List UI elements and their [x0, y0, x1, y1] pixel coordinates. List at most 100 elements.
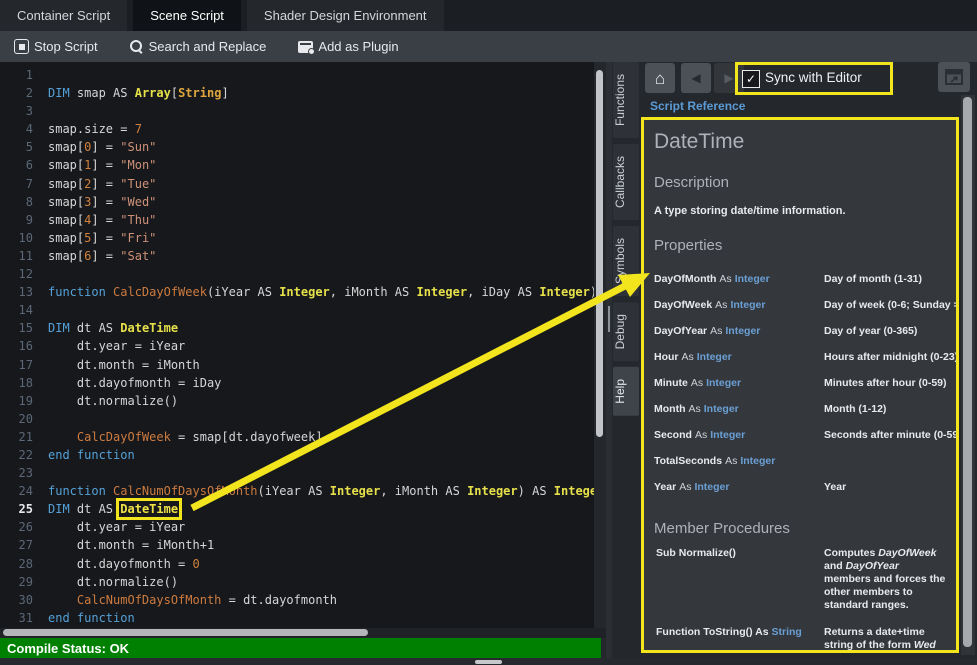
type-link[interactable]: String: [771, 626, 801, 638]
line-number: 31: [0, 609, 40, 627]
code-line[interactable]: dt.year = iYear: [48, 337, 592, 355]
code-line[interactable]: smap[0] = "Sun": [48, 138, 592, 156]
code-line[interactable]: [48, 410, 592, 428]
code-line[interactable]: [48, 464, 592, 482]
code-line[interactable]: [48, 66, 592, 84]
side-tab-help[interactable]: Help: [613, 367, 639, 416]
code-line[interactable]: [48, 102, 592, 120]
code-line[interactable]: smap[3] = "Wed": [48, 193, 592, 211]
code-lines[interactable]: DIM smap AS Array[String]smap.size = 7sm…: [48, 66, 592, 627]
home-icon: ⌂: [655, 70, 665, 87]
script-reference-link[interactable]: Script Reference: [650, 99, 745, 113]
code-line[interactable]: smap[2] = "Tue": [48, 175, 592, 193]
panel-scrollbar[interactable]: [961, 95, 975, 655]
code-editor[interactable]: 1234567891011121314151617181920212223242…: [0, 62, 606, 628]
checkmark-icon: ✓: [746, 72, 756, 86]
editor-horizontal-scrollbar-thumb[interactable]: [3, 629, 368, 636]
side-tab-strip: Functions Callbacks Symbols Debug Help: [612, 62, 640, 422]
code-line[interactable]: [48, 265, 592, 283]
side-tab-debug[interactable]: Debug: [613, 302, 639, 361]
document-tab-bar: Container Script Scene Script Shader Des…: [0, 0, 977, 31]
code-line[interactable]: CalcNumOfDaysOfMonth = dt.dayofmonth: [48, 591, 592, 609]
line-number: 21: [0, 428, 40, 446]
tab-shader-design-environment[interactable]: Shader Design Environment: [247, 0, 444, 31]
property-signature: YearAsInteger: [654, 474, 824, 500]
type-link[interactable]: Integer: [697, 351, 732, 363]
sync-with-editor-checkbox[interactable]: ✓: [742, 70, 760, 88]
line-number: 24: [0, 482, 40, 500]
code-line[interactable]: function CalcDayOfWeek(iYear AS Integer,…: [48, 283, 592, 301]
reference-panel: FunctionsCallbacksSymbolsDebugHelp ⌂ ◀ ▶…: [612, 62, 977, 658]
sync-with-editor-label: Sync with Editor: [765, 70, 862, 85]
script-toolbar: Stop Script Search and Replace Add as Pl…: [0, 31, 977, 62]
stop-script-button[interactable]: Stop Script: [10, 37, 102, 56]
editor-vertical-scrollbar-thumb[interactable]: [596, 70, 603, 437]
code-line[interactable]: dt.month = iMonth: [48, 356, 592, 374]
code-line[interactable]: function CalcNumOfDaysOfMonth(iYear AS I…: [48, 482, 592, 500]
code-line[interactable]: DIM dt AS DateTime: [48, 319, 592, 337]
code-line[interactable]: CalcDayOfWeek = smap[dt.dayofweek]: [48, 428, 592, 446]
line-number: 6: [0, 156, 40, 174]
editor-vertical-scrollbar[interactable]: [594, 62, 606, 628]
panel-scrollbar-thumb[interactable]: [963, 97, 972, 647]
description-heading: Description: [654, 174, 946, 191]
code-line[interactable]: DIM smap AS Array[String]: [48, 84, 592, 102]
property-signature: DayOfMonthAsInteger: [654, 266, 824, 292]
add-as-plugin-button[interactable]: Add as Plugin: [294, 37, 402, 56]
line-number: 4: [0, 120, 40, 138]
tab-scene-script[interactable]: Scene Script: [133, 0, 241, 31]
code-line[interactable]: dt.normalize(): [48, 392, 592, 410]
properties-heading: Properties: [654, 237, 946, 254]
type-link[interactable]: Integer: [706, 377, 741, 389]
line-number: 12: [0, 265, 40, 283]
code-line[interactable]: dt.normalize(): [48, 573, 592, 591]
member-procedures-heading: Member Procedures: [654, 520, 946, 537]
code-line[interactable]: dt.dayofmonth = iDay: [48, 374, 592, 392]
property-signature: TotalSecondsAsInteger: [654, 448, 824, 474]
property-signature: MonthAsInteger: [654, 396, 824, 422]
code-line[interactable]: DIM dt AS DateTime: [48, 500, 592, 518]
popout-button[interactable]: [938, 62, 970, 92]
type-link[interactable]: Integer: [735, 273, 770, 285]
code-line[interactable]: [48, 301, 592, 319]
code-line[interactable]: smap[4] = "Thu": [48, 211, 592, 229]
code-line[interactable]: dt.dayofmonth = 0: [48, 555, 592, 573]
property-description: Seconds after minute (0-59): [824, 422, 959, 448]
side-tab-functions[interactable]: Functions: [613, 62, 639, 138]
back-button[interactable]: ◀: [681, 63, 711, 93]
code-line[interactable]: smap[5] = "Fri": [48, 229, 592, 247]
code-line[interactable]: smap.size = 7: [48, 120, 592, 138]
line-number: 18: [0, 374, 40, 392]
code-line[interactable]: dt.month = iMonth+1: [48, 536, 592, 554]
side-tab-callbacks[interactable]: Callbacks: [613, 144, 639, 220]
side-tab-symbols[interactable]: Symbols: [613, 226, 639, 296]
type-link[interactable]: Integer: [710, 429, 745, 441]
type-link[interactable]: Integer: [704, 403, 739, 415]
code-line[interactable]: smap[6] = "Sat": [48, 247, 592, 265]
home-button[interactable]: ⌂: [645, 63, 675, 93]
type-link[interactable]: Integer: [730, 299, 765, 311]
procedure-description: Returns a date+time string of the form W…: [824, 626, 946, 653]
line-numbers: 1234567891011121314151617181920212223242…: [0, 66, 40, 627]
line-number: 9: [0, 211, 40, 229]
compile-status-text: Compile Status: OK: [7, 641, 129, 656]
code-line[interactable]: end function: [48, 609, 592, 627]
line-number: 30: [0, 591, 40, 609]
type-link[interactable]: Integer: [725, 325, 760, 337]
search-and-replace-button[interactable]: Search and Replace: [126, 37, 271, 56]
line-number: 3: [0, 102, 40, 120]
line-number: 23: [0, 464, 40, 482]
line-number: 14: [0, 301, 40, 319]
search-icon: [130, 40, 144, 54]
code-line[interactable]: end function: [48, 446, 592, 464]
script-editor-window: Container Script Scene Script Shader Des…: [0, 0, 977, 665]
type-link[interactable]: Integer: [740, 455, 775, 467]
type-link[interactable]: Integer: [694, 481, 729, 493]
tab-container-script[interactable]: Container Script: [0, 0, 127, 31]
editor-horizontal-scrollbar[interactable]: [0, 628, 606, 638]
splitter-handle[interactable]: [608, 306, 610, 332]
bottom-scrollbar-thumb[interactable]: [475, 660, 502, 664]
line-number: 29: [0, 573, 40, 591]
code-line[interactable]: dt.year = iYear: [48, 518, 592, 536]
code-line[interactable]: smap[1] = "Mon": [48, 156, 592, 174]
